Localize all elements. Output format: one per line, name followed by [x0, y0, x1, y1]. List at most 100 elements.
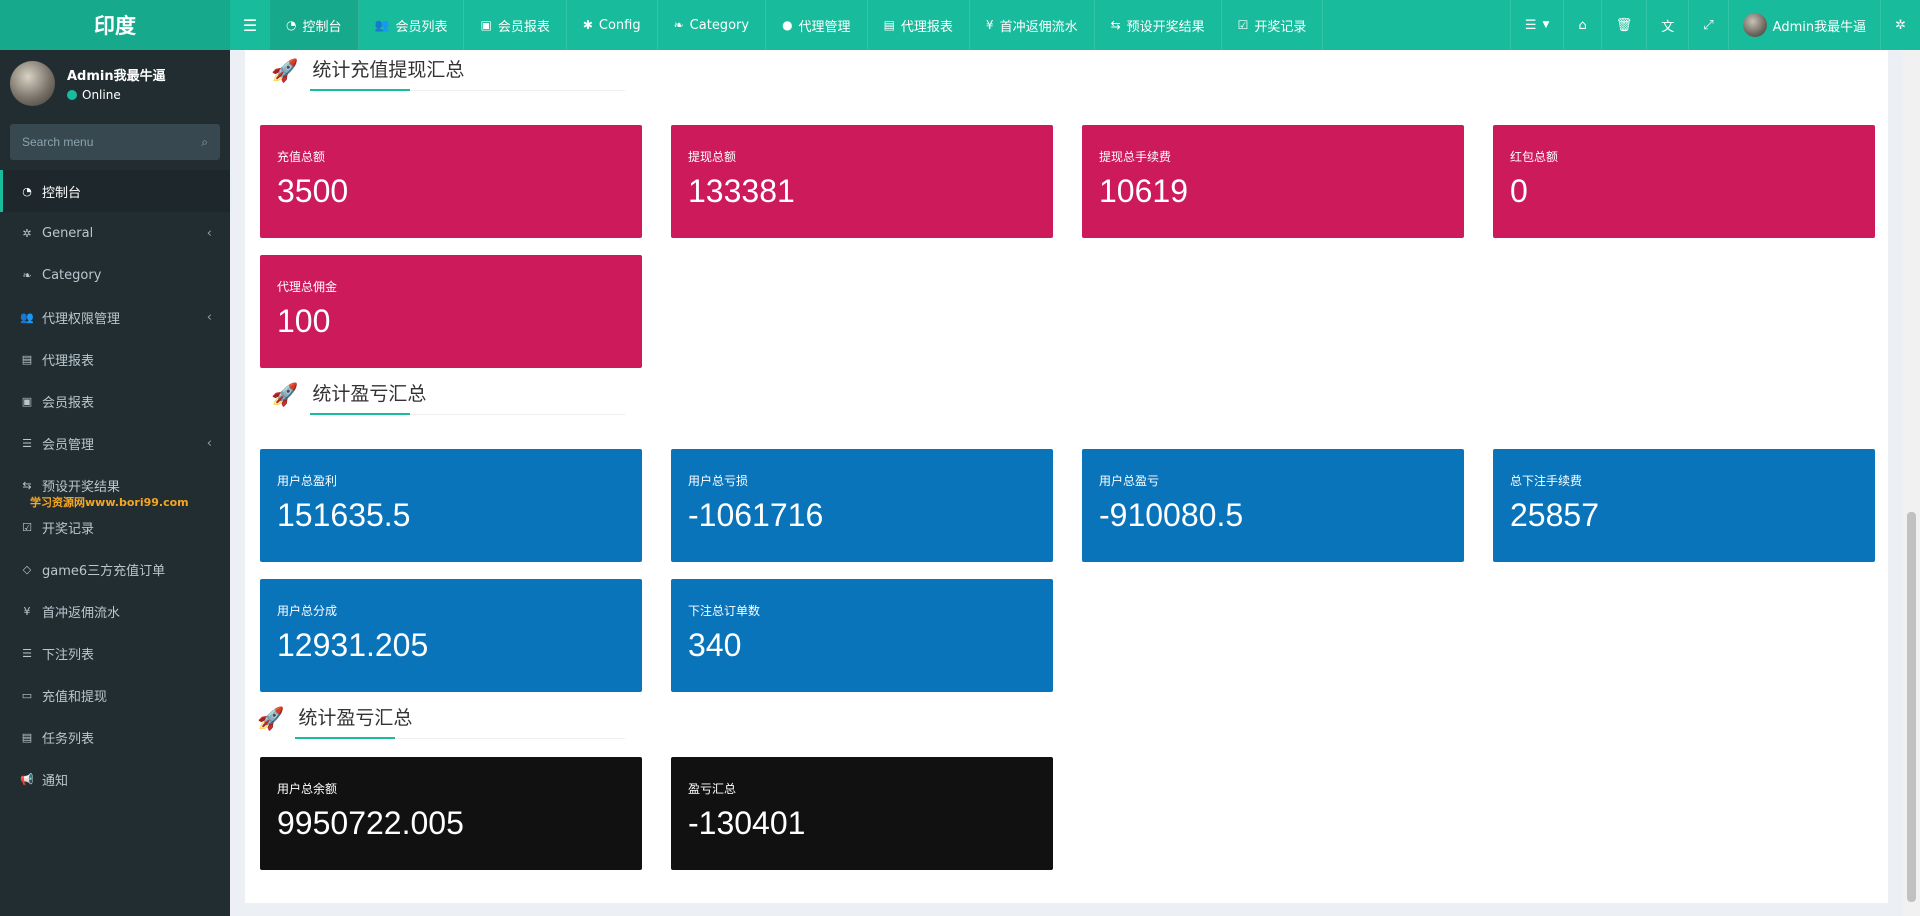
sidebar-item[interactable]: ◇ game6三方充值订单 — [0, 548, 230, 590]
yen-icon: ¥ — [23, 604, 31, 618]
sidebar-item[interactable]: ▣ 会员报表 — [0, 380, 230, 422]
expand-icon: ⤢ — [1703, 17, 1714, 33]
page-scrollbar[interactable] — [1903, 50, 1920, 916]
language-icon: 文 — [1661, 19, 1675, 35]
card-value: 100 — [277, 303, 331, 339]
stat-card: 提现总额 133381 — [671, 125, 1053, 238]
clear-cache-button[interactable]: 🗑 — [1600, 0, 1647, 50]
nav-item-dashboard[interactable]: ◔ 控制台 — [270, 0, 359, 50]
card-value: 25857 — [1510, 497, 1599, 533]
yen-icon: ¥ — [985, 18, 994, 32]
stat-card: 提现总手续费 10619 — [1082, 125, 1464, 238]
section-header: 🚀 统计盈亏汇总 — [257, 703, 412, 736]
book-icon: ▤ — [21, 730, 33, 744]
sidebar-item[interactable]: ❧ Category — [0, 254, 230, 296]
card-value: -1061716 — [688, 497, 824, 533]
top-nav: ◔ 控制台 👥 会员列表 ▣ 会员报表 ✱ Config ❧ Category ● 代理管理… — [270, 0, 1324, 50]
sidebar-item-label: 开奖记录 — [42, 521, 95, 537]
user-status: Online — [67, 88, 166, 102]
sidebar-item[interactable]: ▤ 代理报表 — [0, 338, 230, 380]
sidebar-item-label: Category — [42, 267, 102, 283]
section-title: 统计充值提现汇总 — [312, 59, 465, 81]
gear-icon: ✱ — [582, 18, 593, 32]
stat-card: 盈亏汇总 -130401 — [671, 757, 1053, 870]
card-value: 9950722.005 — [277, 805, 464, 841]
nav-label: 控制台 — [302, 19, 342, 35]
nav-item-agent-report[interactable]: ▤ 代理报表 — [868, 0, 970, 50]
brand-logo[interactable]: 印度 — [0, 0, 230, 50]
nav-item-draw-records[interactable]: ☑ 开奖记录 — [1222, 0, 1324, 50]
fullscreen-button[interactable]: ⤢ — [1688, 0, 1727, 50]
user-menu-name: Admin我最牛逼 — [1772, 19, 1867, 35]
section-accent — [310, 89, 410, 91]
search-input[interactable] — [22, 135, 182, 149]
nav-item-category[interactable]: ❧ Category — [658, 0, 767, 50]
top-navbar: 印度 ☰ ◔ 控制台 👥 会员列表 ▣ 会员报表 ✱ Config ❧ Category … — [0, 0, 1920, 50]
sidebar-item[interactable]: ☰ 会员管理 ‹ — [0, 422, 230, 464]
card-value: 133381 — [688, 173, 795, 209]
stat-card: 下注总订单数 340 — [671, 579, 1053, 692]
sidebar-item-label: 会员管理 — [42, 437, 95, 453]
card-label: 用户总盈亏 — [1099, 474, 1160, 488]
sidebar-item[interactable]: ☰ 下注列表 — [0, 632, 230, 674]
list-icon: ☰ — [22, 436, 32, 450]
menu-toggle-icon[interactable]: ☰ — [230, 0, 270, 50]
settings-button[interactable]: ✲ — [1880, 0, 1920, 50]
sidebar-item[interactable]: 👥 代理权限管理 ‹ — [0, 296, 230, 338]
card-value: -910080.5 — [1099, 497, 1244, 533]
stat-card: 用户总盈利 151635.5 — [260, 449, 642, 562]
language-button[interactable]: 文 — [1646, 0, 1688, 50]
nav-item-member-list[interactable]: 👥 会员列表 — [359, 0, 465, 50]
card-label: 用户总余额 — [277, 782, 338, 796]
home-button[interactable]: ⌂ — [1563, 0, 1600, 50]
card-value: -130401 — [688, 805, 806, 841]
random-icon: ⇆ — [22, 478, 32, 492]
home-icon: ⌂ — [1578, 17, 1587, 33]
sidebar-item[interactable]: ¥ 首冲返佣流水 — [0, 590, 230, 632]
search-icon[interactable]: ⌕ — [201, 135, 208, 150]
scrollbar-thumb[interactable] — [1907, 512, 1916, 902]
stat-card: 充值总额 3500 — [260, 125, 642, 238]
calendar-check-icon: ☑ — [22, 520, 32, 534]
caret-down-icon: ▼ — [1542, 20, 1550, 30]
stat-card: 用户总分成 12931.205 — [260, 579, 642, 692]
card-value: 10619 — [1099, 173, 1188, 209]
sidebar-item[interactable]: ▭ 充值和提现 — [0, 674, 230, 716]
sidebar-item-label: 首冲返佣流水 — [42, 605, 121, 621]
list-dropdown-button[interactable]: ☰ ▼ — [1509, 0, 1564, 50]
sidebar-item-label: 代理权限管理 — [42, 311, 121, 327]
nav-label: 代理报表 — [900, 19, 953, 35]
nav-label: 首冲返佣流水 — [999, 19, 1078, 35]
nav-label: 代理管理 — [798, 19, 851, 35]
nav-item-agent-management[interactable]: ● 代理管理 — [766, 0, 868, 50]
book-icon: ▤ — [21, 352, 33, 366]
sidebar-menu: ◔ 控制台 ✲ General ‹ ❧ Category 👥 代理权限管理 ‹ ▤ 代理报表 ▣ 会员报表… — [0, 170, 230, 800]
sidebar-item[interactable]: ✲ General ‹ — [0, 212, 230, 254]
nav-item-member-report[interactable]: ▣ 会员报表 — [464, 0, 567, 50]
card-label: 红包总额 — [1510, 150, 1559, 164]
stat-card: 总下注手续费 25857 — [1493, 449, 1875, 562]
section-accent — [295, 737, 395, 739]
sidebar-item[interactable]: 📢 通知 — [0, 758, 230, 800]
sidebar-item[interactable]: ◔ 控制台 — [0, 170, 230, 212]
nav-item-first-recharge-commission[interactable]: ¥ 首冲返佣流水 — [970, 0, 1095, 50]
card-label: 盈亏汇总 — [688, 782, 737, 796]
rocket-icon: 🚀 — [257, 707, 285, 732]
section-header: 🚀 统计盈亏汇总 — [271, 379, 426, 412]
sidebar-item-label: 通知 — [42, 773, 69, 789]
chevron-left-icon: ‹ — [206, 225, 212, 241]
card-label: 用户总分成 — [277, 604, 338, 618]
rocket-icon: 🚀 — [271, 383, 299, 408]
nav-item-preset-results[interactable]: ⇆ 预设开奖结果 — [1095, 0, 1222, 50]
users-icon: 👥 — [20, 310, 34, 324]
sidebar-item[interactable]: ▤ 任务列表 — [0, 716, 230, 758]
user-icon: ● — [782, 18, 793, 32]
card-label: 用户总亏损 — [688, 474, 749, 488]
user-menu[interactable]: Admin我最牛逼 — [1727, 0, 1880, 50]
main-content: 🚀 统计充值提现汇总 充值总额 3500 提现总额 133381 提现总手续费 106… — [245, 50, 1888, 903]
diamond-icon: ◇ — [22, 562, 32, 576]
nav-item-config[interactable]: ✱ Config — [567, 0, 658, 50]
card-label: 提现总额 — [688, 150, 737, 164]
sidebar-item[interactable]: ☑ 开奖记录 — [0, 506, 230, 548]
top-nav-right: ☰ ▼ ⌂ 🗑 文 ⤢ Admin我最牛逼 ✲ — [1509, 0, 1920, 50]
